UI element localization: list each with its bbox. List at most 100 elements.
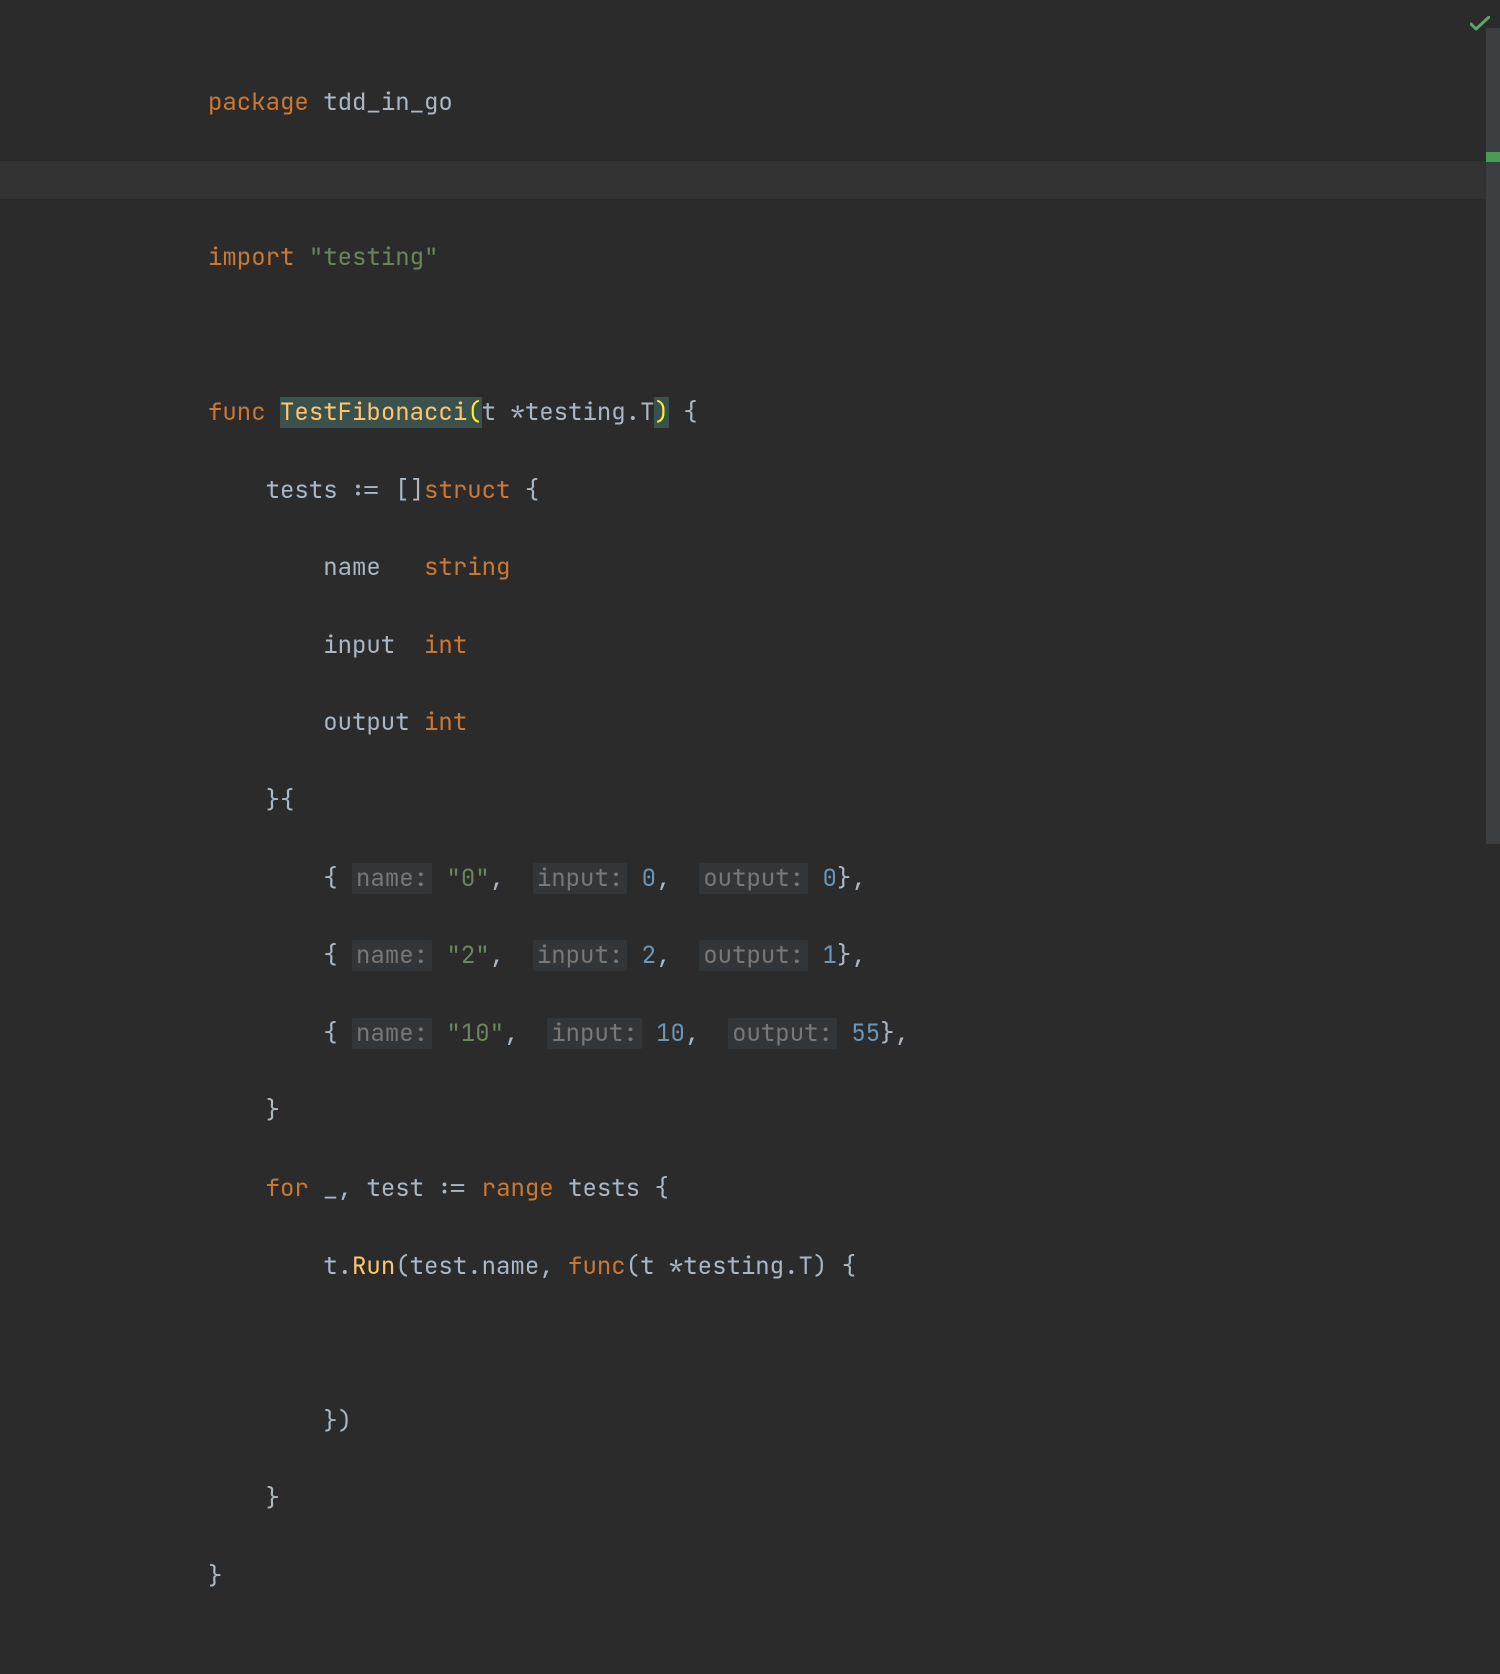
code-line[interactable]: { name: "0", input: 0, output: 0}, bbox=[208, 860, 1500, 899]
code-line[interactable] bbox=[208, 161, 1500, 200]
testing-pkg: testing bbox=[683, 1251, 784, 1282]
underscore: _ bbox=[323, 1173, 337, 1204]
define: := bbox=[438, 1173, 467, 1204]
code-line[interactable]: input int bbox=[208, 627, 1500, 666]
case1-output: 1 bbox=[823, 940, 837, 971]
paren-close: ) bbox=[813, 1251, 827, 1282]
brace-open: { bbox=[525, 475, 539, 506]
code-line[interactable] bbox=[208, 316, 1500, 355]
sq-open: [ bbox=[395, 475, 409, 506]
brace-open: { bbox=[280, 785, 294, 816]
comma: , bbox=[539, 1251, 553, 1282]
code-line[interactable]: } bbox=[208, 1092, 1500, 1131]
comma: , bbox=[338, 1173, 352, 1204]
keyword-range: range bbox=[482, 1173, 554, 1204]
comma: , bbox=[490, 863, 504, 894]
testing-pkg: testing bbox=[525, 397, 626, 428]
brace-open: { bbox=[654, 1173, 668, 1204]
checkmark-icon[interactable] bbox=[1470, 6, 1490, 45]
keyword-func: func bbox=[568, 1251, 626, 1282]
brace-open: { bbox=[323, 940, 337, 971]
sq-close: ] bbox=[410, 475, 424, 506]
type-T: T bbox=[640, 397, 654, 428]
code-line[interactable]: tests := []struct { bbox=[208, 472, 1500, 511]
hint-input: input: bbox=[533, 863, 627, 894]
brace-close: } bbox=[837, 863, 851, 894]
code-line[interactable]: import "testing" bbox=[208, 239, 1500, 278]
comma: , bbox=[656, 863, 670, 894]
code-line[interactable]: } bbox=[208, 1558, 1500, 1597]
t-var: t bbox=[323, 1251, 337, 1282]
case2-name: "10" bbox=[446, 1018, 504, 1049]
brace-close: } bbox=[880, 1018, 894, 1049]
brace-open: { bbox=[323, 1018, 337, 1049]
code-line[interactable]: } bbox=[208, 1480, 1500, 1519]
keyword-import: import bbox=[208, 242, 294, 273]
run-method: Run bbox=[352, 1251, 395, 1282]
keyword-package: package bbox=[208, 87, 309, 118]
code-line[interactable] bbox=[208, 1325, 1500, 1364]
paren-open-hl: ( bbox=[467, 397, 481, 428]
code-line[interactable]: func TestFibonacci(t *testing.T) { bbox=[208, 394, 1500, 433]
brace-open: { bbox=[842, 1251, 856, 1282]
field-output: output bbox=[323, 707, 409, 738]
hint-name: name: bbox=[352, 940, 432, 971]
keyword-func: func bbox=[208, 397, 266, 428]
comma: , bbox=[851, 863, 865, 894]
type-int: int bbox=[424, 707, 467, 738]
hint-output: output: bbox=[699, 940, 808, 971]
scrollbar-marker[interactable] bbox=[1486, 152, 1500, 162]
package-name: tdd_in_go bbox=[323, 87, 453, 118]
hint-output: output: bbox=[699, 863, 808, 894]
code-line[interactable]: }{ bbox=[208, 782, 1500, 821]
type-int: int bbox=[424, 630, 467, 661]
import-path: "testing" bbox=[309, 242, 439, 273]
comma: , bbox=[685, 1018, 699, 1049]
type-T: T bbox=[799, 1251, 813, 1282]
case0-name: "0" bbox=[446, 863, 489, 894]
tests-var: tests bbox=[266, 475, 338, 506]
code-line[interactable]: t.Run(test.name, func(t *testing.T) { bbox=[208, 1248, 1500, 1287]
brace-close: } bbox=[837, 940, 851, 971]
brace-close: } bbox=[266, 785, 280, 816]
brace-open: { bbox=[683, 397, 697, 428]
code-line[interactable]: }) bbox=[208, 1403, 1500, 1442]
hint-input: input: bbox=[533, 940, 627, 971]
type-string: string bbox=[424, 552, 510, 583]
dot: . bbox=[338, 1251, 352, 1282]
star: * bbox=[510, 397, 524, 428]
hint-output: output: bbox=[728, 1018, 837, 1049]
comma: , bbox=[656, 940, 670, 971]
keyword-struct: struct bbox=[424, 475, 510, 506]
tests-var: tests bbox=[568, 1173, 640, 1204]
hint-input: input: bbox=[547, 1018, 641, 1049]
define: := bbox=[352, 475, 381, 506]
code-line[interactable]: package tdd_in_go bbox=[208, 84, 1500, 123]
code-line[interactable]: for _, test := range tests { bbox=[208, 1170, 1500, 1209]
star: * bbox=[669, 1251, 683, 1282]
code-editor[interactable]: package tdd_in_go import "testing" func … bbox=[0, 0, 1500, 1674]
test-var: test bbox=[366, 1173, 424, 1204]
paren-close-hl: ) bbox=[654, 397, 668, 428]
case1-name: "2" bbox=[446, 940, 489, 971]
keyword-for: for bbox=[266, 1173, 309, 1204]
param-t: t bbox=[640, 1251, 654, 1282]
code-line[interactable]: { name: "10", input: 10, output: 55}, bbox=[208, 1015, 1500, 1054]
paren-open: ( bbox=[395, 1251, 409, 1282]
comma: , bbox=[851, 940, 865, 971]
test-name-access: test.name bbox=[410, 1251, 540, 1282]
code-line[interactable]: name string bbox=[208, 549, 1500, 588]
dot: . bbox=[784, 1251, 798, 1282]
comma: , bbox=[490, 940, 504, 971]
scrollbar-track[interactable] bbox=[1486, 28, 1500, 844]
field-input: input bbox=[323, 630, 395, 661]
paren-close: ) bbox=[338, 1406, 352, 1437]
code-line[interactable]: { name: "2", input: 2, output: 1}, bbox=[208, 937, 1500, 976]
brace-close: } bbox=[266, 1483, 280, 1514]
brace-open: { bbox=[323, 863, 337, 894]
param-t: t bbox=[482, 397, 496, 428]
case0-input: 0 bbox=[642, 863, 656, 894]
comma: , bbox=[504, 1018, 518, 1049]
code-line[interactable]: output int bbox=[208, 704, 1500, 743]
brace-close: } bbox=[323, 1406, 337, 1437]
